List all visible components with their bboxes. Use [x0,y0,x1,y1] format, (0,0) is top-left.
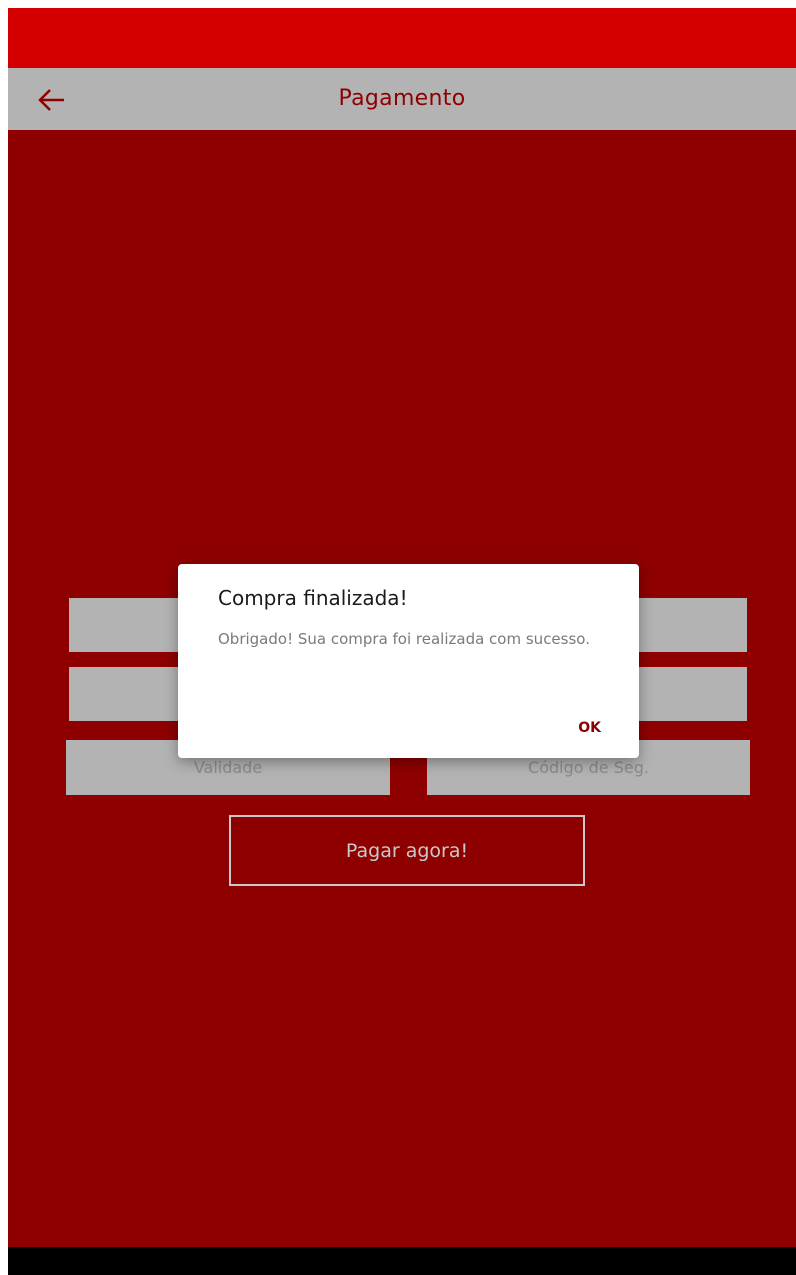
app-screen: Pagamento Validade Código de Seg. Pagar … [8,8,796,1275]
page-title: Pagamento [338,86,466,111]
purchase-complete-dialog: Compra finalizada! Obrigado! Sua compra … [178,564,639,758]
pay-now-button[interactable]: Pagar agora! [229,815,585,886]
status-bar [8,8,796,68]
ok-button[interactable]: OK [572,716,607,740]
dialog-message: Obrigado! Sua compra foi realizada com s… [218,630,590,648]
app-bar: Pagamento [8,68,796,130]
dialog-title: Compra finalizada! [218,586,408,610]
navigation-bar [8,1247,796,1275]
